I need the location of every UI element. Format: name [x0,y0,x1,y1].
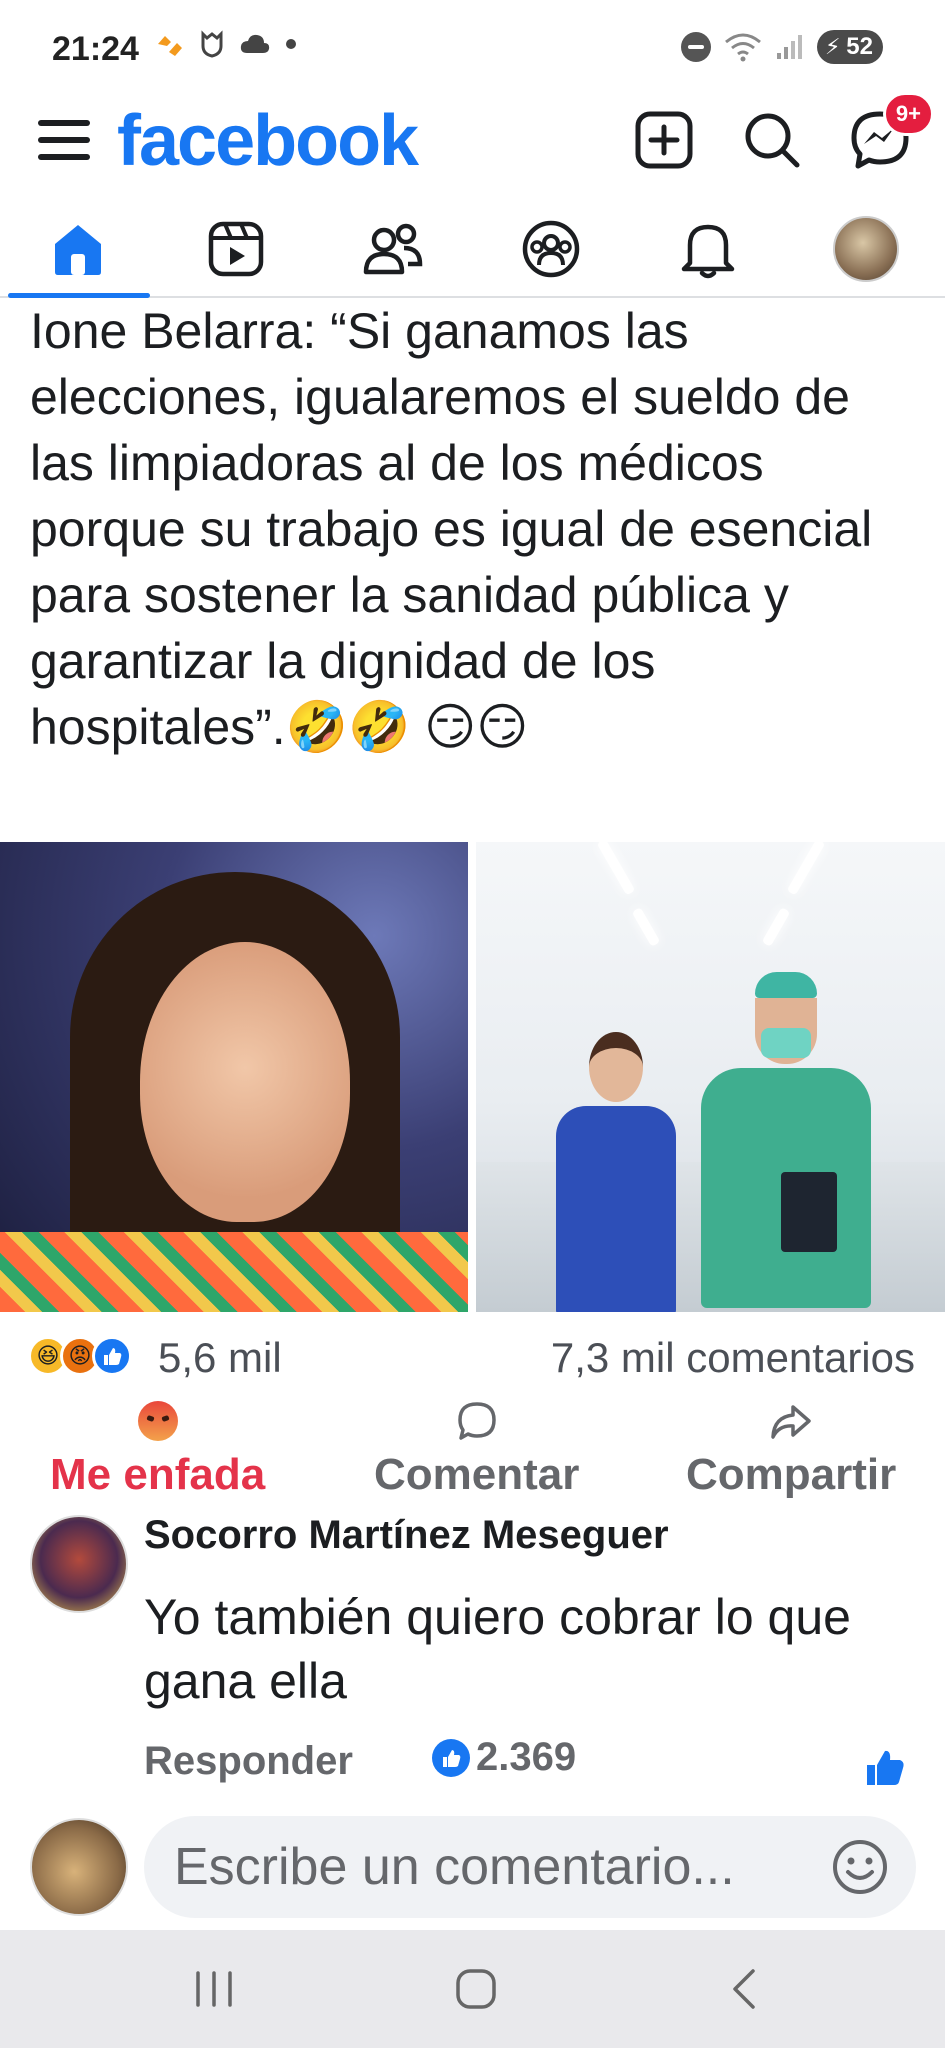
groups-icon [522,220,580,278]
status-icons-left [155,30,297,58]
search-icon [745,113,800,168]
cloud-icon [240,34,270,53]
battery-icon: ⚡ 52 [817,30,883,64]
comment-icon [457,1402,496,1440]
angry-face-icon [137,1401,178,1441]
commenter-avatar[interactable] [30,1515,128,1613]
share-icon [771,1405,811,1439]
tab-notifications[interactable] [673,214,743,284]
friends-icon [363,223,423,275]
create-post-button[interactable] [632,108,696,172]
share-button[interactable]: Compartir [686,1398,896,1500]
back-icon [733,1969,755,2009]
recent-apps-button[interactable] [190,1962,238,2016]
status-bar: 21:24 ⚡ 52 [0,0,945,100]
battery-level: 52 [846,33,873,60]
notification-icon [158,36,182,56]
messenger-badge: 9+ [882,92,934,136]
comment-likes[interactable]: 2.369 [432,1735,576,1780]
react-label: Me enfada [50,1450,266,1499]
comment-label: Comentar [374,1450,580,1499]
profile-avatar [833,216,899,282]
comment-like-count: 2.369 [476,1735,577,1779]
do-not-disturb-icon [681,32,711,62]
comment-input[interactable] [144,1816,916,1918]
share-label: Compartir [686,1450,897,1499]
shield-icon [201,30,223,58]
status-icons-right: ⚡ 52 [681,30,883,64]
my-avatar[interactable] [30,1818,128,1916]
back-button[interactable] [720,1962,768,2016]
emoji-icon[interactable] [831,1838,889,1896]
tab-bar [0,208,945,298]
tab-home[interactable] [43,214,113,284]
reply-button[interactable]: Responder [144,1739,353,1784]
signal-icon [777,35,802,59]
facebook-logo[interactable]: facebook [117,100,419,182]
reaction-icons[interactable]: 😆 😡 [28,1336,132,1376]
comment-text: Yo también quiero cobrar lo que gana ell… [144,1589,851,1709]
menu-icon[interactable] [38,114,90,166]
post-actions: Me enfada Comentar Compartir [0,1398,945,1508]
comment-button[interactable]: Comentar [374,1398,579,1500]
status-time: 21:24 [52,30,139,68]
comments-count[interactable]: 7,3 mil comentarios [551,1334,915,1382]
system-nav-bar [0,1930,945,2048]
commenter-name[interactable]: Socorro Martínez Meseguer [144,1513,669,1558]
wifi-icon [725,33,761,62]
reactions-summary: 😆 😡 5,6 mil 7,3 mil comentarios [0,1318,945,1398]
charging-icon: ⚡ [825,34,841,59]
home-icon [55,225,101,275]
like-reaction-icon [92,1336,132,1376]
dot-icon [286,39,296,49]
like-reaction-icon [432,1738,470,1777]
home-nav-icon [456,1969,496,2009]
app-bar: facebook 9+ [0,92,945,210]
tab-profile[interactable] [831,214,901,284]
plus-square-icon [635,111,693,169]
tab-groups[interactable] [516,214,586,284]
post-photo-left[interactable] [0,842,468,1312]
tab-friends[interactable] [358,214,428,284]
react-button[interactable]: Me enfada [50,1398,265,1500]
recent-apps-icon [196,1971,232,2007]
tab-video[interactable] [201,214,271,284]
like-comment-button[interactable] [863,1745,907,1789]
comment-composer [0,1808,945,1928]
home-nav-button[interactable] [452,1962,500,2016]
reactions-count[interactable]: 5,6 mil [158,1334,282,1382]
post-photo-right[interactable] [476,842,945,1312]
video-icon [208,221,264,277]
comment-item: Socorro Martínez Meseguer Yo también qui… [0,1505,945,1805]
bell-icon [681,224,735,279]
search-button[interactable] [740,108,804,172]
post-text: Ione Belarra: “Si ganamos las elecciones… [30,303,873,755]
messenger-button[interactable]: 9+ [848,92,934,172]
